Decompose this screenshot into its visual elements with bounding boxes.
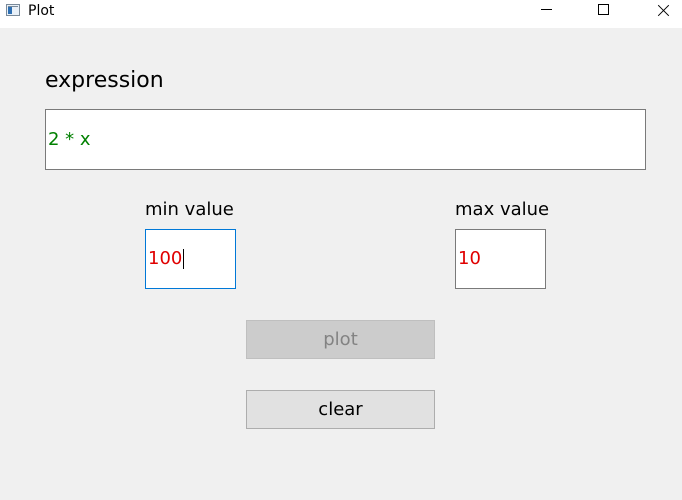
min-value-input[interactable]: 100 [145, 229, 236, 289]
app-window-icon [6, 4, 20, 16]
close-icon[interactable] [640, 0, 682, 28]
min-value-label: min value [145, 199, 234, 220]
window-title: Plot [28, 3, 55, 19]
minimize-icon[interactable] [523, 0, 569, 28]
title-bar[interactable]: Plot [0, 0, 682, 28]
min-value-input-value: 100 [148, 248, 183, 269]
clear-button[interactable]: clear [246, 390, 435, 429]
max-value-input-value: 10 [458, 248, 481, 269]
expression-input[interactable]: 2 * x [45, 109, 646, 170]
text-caret [183, 249, 185, 269]
max-value-input[interactable]: 10 [455, 229, 546, 289]
expression-input-value: 2 * x [48, 128, 91, 150]
expression-label: expression [45, 68, 164, 93]
max-value-label: max value [455, 199, 550, 220]
plot-button[interactable]: plot [246, 320, 435, 359]
maximize-icon[interactable] [580, 0, 626, 28]
